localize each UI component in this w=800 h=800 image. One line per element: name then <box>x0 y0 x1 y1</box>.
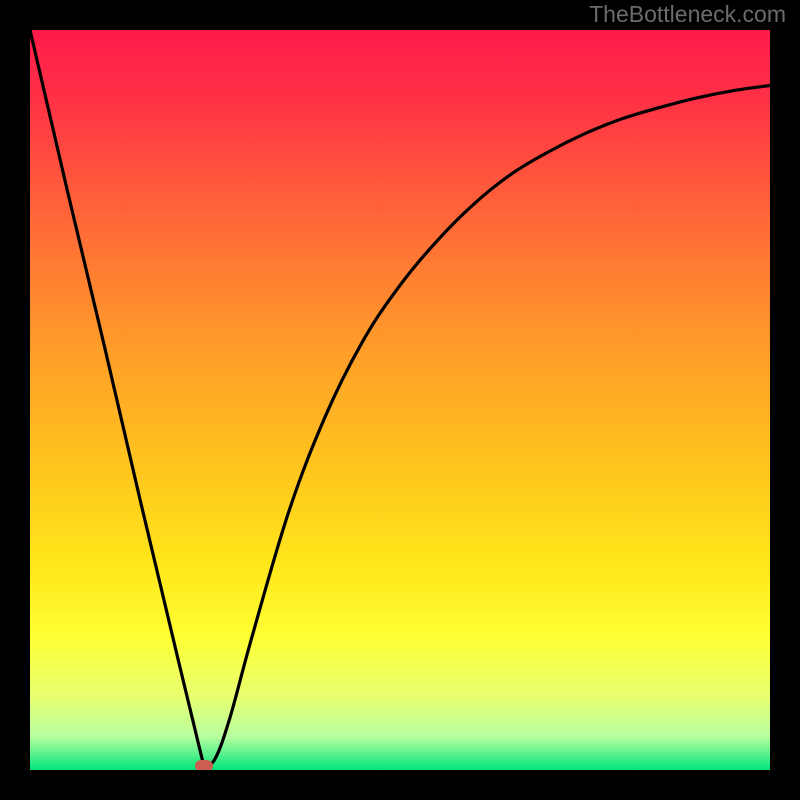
plot-area <box>30 30 770 770</box>
chart-frame: TheBottleneck.com <box>0 0 800 800</box>
bottleneck-curve <box>30 30 770 770</box>
watermark-text: TheBottleneck.com <box>589 1 786 28</box>
optimal-point-marker <box>195 760 213 770</box>
